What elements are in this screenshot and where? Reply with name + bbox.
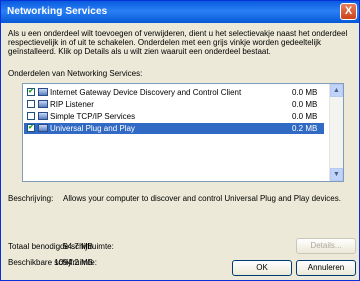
title-bar[interactable]: Networking Services X	[1, 1, 359, 23]
network-component-icon	[38, 112, 48, 120]
instructions-text: Als u een onderdeel wilt toevoegen of ve…	[8, 29, 348, 56]
checkbox[interactable]: ✔	[27, 88, 35, 96]
list-item[interactable]: Simple TCP/IP Services 0.0 MB	[24, 111, 324, 122]
cancel-button[interactable]: Annuleren	[296, 260, 356, 276]
network-component-icon	[38, 88, 48, 96]
list-item[interactable]: RIP Listener 0.0 MB	[24, 99, 324, 110]
checkbox[interactable]	[27, 112, 35, 120]
scroll-down-icon[interactable]: ▼	[330, 168, 343, 181]
component-size: 0.0 MB	[292, 88, 318, 97]
subcomponents-label: Onderdelen van Networking Services:	[8, 69, 143, 78]
window-title: Networking Services	[7, 6, 108, 17]
ok-button[interactable]: OK	[232, 260, 292, 276]
space-required-label: Totaal benodigde schijfruimte:	[8, 242, 114, 251]
component-size: 0.0 MB	[292, 100, 318, 109]
details-button[interactable]: Details...	[296, 238, 356, 254]
scroll-up-icon[interactable]: ▲	[330, 84, 343, 97]
checkbox[interactable]: ✔	[27, 124, 35, 132]
checkbox[interactable]	[27, 100, 35, 108]
network-component-icon	[38, 100, 48, 108]
space-required-value: 54.7 MB	[63, 242, 93, 251]
list-item-selected[interactable]: ✔ Universal Plug and Play 0.2 MB	[24, 123, 324, 134]
component-size: 0.0 MB	[292, 112, 318, 121]
vertical-scrollbar[interactable]: ▲ ▼	[329, 84, 343, 181]
networking-services-dialog: Networking Services X Als u een onderdee…	[0, 0, 360, 281]
component-name: Internet Gateway Device Discovery and Co…	[50, 88, 242, 97]
space-available-value: 1094.2 MB	[54, 258, 93, 267]
component-name: RIP Listener	[50, 100, 94, 109]
component-size: 0.2 MB	[292, 124, 318, 133]
description-text: Allows your computer to discover and con…	[63, 194, 341, 203]
description-label: Beschrijving:	[8, 194, 54, 203]
subcomponents-list[interactable]: ✔ Internet Gateway Device Discovery and …	[22, 83, 344, 182]
list-item[interactable]: ✔ Internet Gateway Device Discovery and …	[24, 87, 324, 98]
component-name: Universal Plug and Play	[50, 124, 135, 133]
close-button[interactable]: X	[340, 3, 357, 20]
component-name: Simple TCP/IP Services	[50, 112, 136, 121]
network-component-icon	[38, 124, 48, 132]
